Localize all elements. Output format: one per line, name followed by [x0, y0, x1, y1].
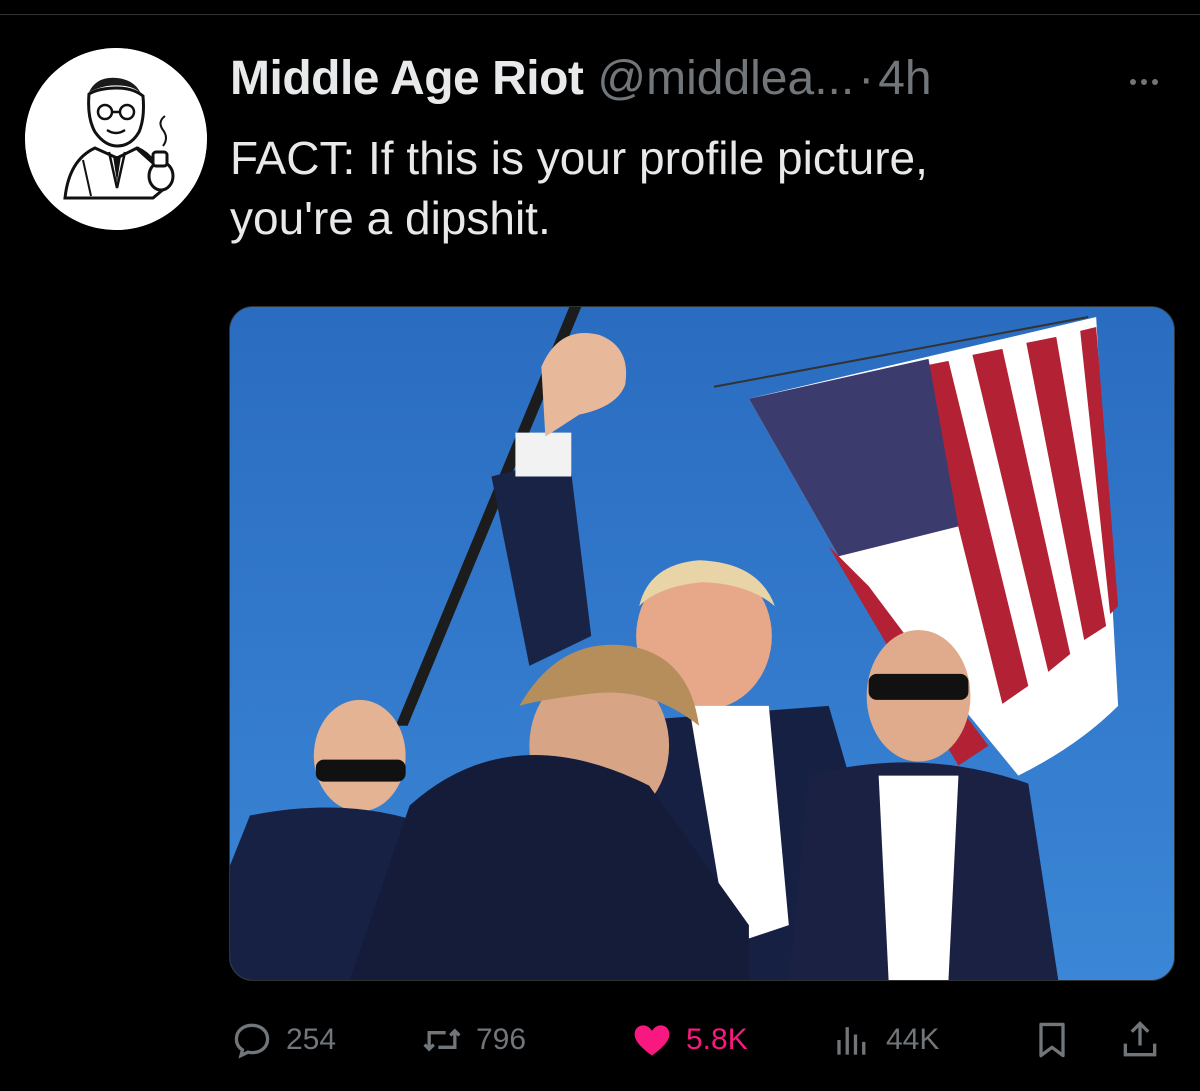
- tweet-text-line: you're a dipshit.: [230, 192, 551, 244]
- retweet-button[interactable]: 796: [420, 1010, 526, 1070]
- bookmark-icon: [1039, 1022, 1065, 1058]
- views-button[interactable]: 44K: [830, 1010, 939, 1070]
- tweet-timestamp[interactable]: 4h: [878, 48, 931, 110]
- author-display-name[interactable]: Middle Age Riot: [230, 48, 584, 110]
- heart-icon: [634, 1025, 670, 1056]
- tweet-text: FACT: If this is your profile picture, y…: [230, 128, 1160, 248]
- bookmark-button[interactable]: [1030, 1010, 1074, 1070]
- reply-button[interactable]: 254: [230, 1010, 336, 1070]
- more-options-icon[interactable]: [1116, 72, 1172, 92]
- author-handle[interactable]: @middlea...: [597, 48, 854, 110]
- photo-scene: [230, 307, 1174, 980]
- share-icon: [1123, 1021, 1157, 1057]
- reply-icon: [234, 1023, 270, 1059]
- tweet-media-photo[interactable]: [229, 306, 1175, 981]
- like-count: 5.8K: [686, 1023, 748, 1056]
- ellipsis-dot: [1130, 79, 1136, 85]
- tweet-action-bar: 254 796 5.8K 44K: [230, 1010, 1175, 1070]
- author-avatar[interactable]: [25, 48, 207, 230]
- share-button[interactable]: [1118, 1010, 1162, 1070]
- views-icon: [837, 1027, 866, 1055]
- avatar-illustration: [25, 48, 207, 230]
- header-separator: ·: [858, 52, 875, 105]
- like-button[interactable]: 5.8K: [630, 1010, 748, 1070]
- retweet-icon: [423, 1028, 461, 1052]
- tweet-header: Middle Age Riot @middlea... · 4h: [230, 48, 932, 110]
- reply-count: 254: [286, 1023, 337, 1056]
- ellipsis-dot: [1141, 79, 1147, 85]
- ellipsis-dot: [1152, 79, 1158, 85]
- retweet-count: 796: [476, 1023, 527, 1056]
- top-divider: [0, 14, 1200, 15]
- tweet-text-line: FACT: If this is your profile picture,: [230, 132, 928, 184]
- views-count: 44K: [886, 1023, 940, 1056]
